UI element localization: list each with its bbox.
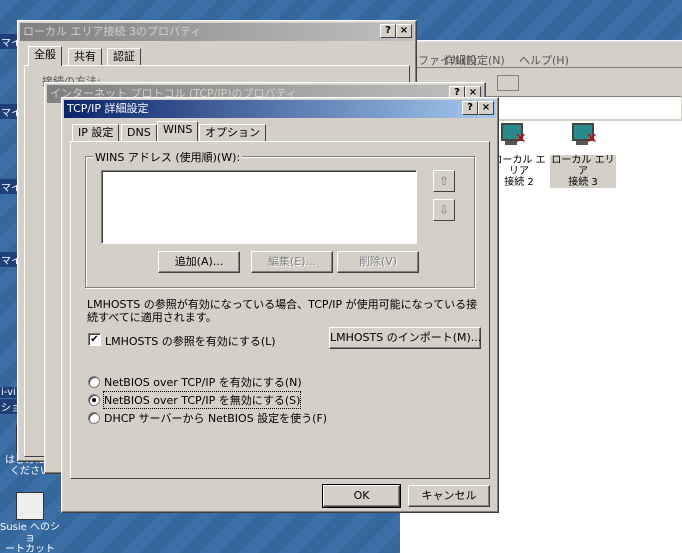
netbios-disable-label[interactable]: NetBIOS over TCP/IP を無効にする(S) bbox=[102, 391, 302, 409]
close-button[interactable]: × bbox=[396, 24, 412, 38]
tab-dns[interactable]: DNS bbox=[121, 124, 157, 142]
tab-wins[interactable]: WINS bbox=[157, 121, 199, 141]
menu-help[interactable]: ヘルプ(H) bbox=[519, 52, 569, 68]
disconnected-icon: ✕ bbox=[515, 131, 527, 147]
add-button[interactable]: 追加(A)... bbox=[158, 251, 240, 273]
workspace: マイ マイ マイ マイ i-vi ショ はじめにお ください Susie へのシ… bbox=[0, 0, 682, 553]
lmhosts-import-button[interactable]: LMHOSTS のインポート(M)... bbox=[329, 327, 481, 349]
window-title: ローカル エリア接続 3のプロパティ bbox=[20, 23, 414, 41]
delete-button[interactable]: 削除(V) bbox=[337, 251, 419, 273]
menu-bar: ファイル(F) 詳細設定(N) ヘルプ(H) bbox=[401, 49, 682, 68]
close-icon[interactable]: × bbox=[478, 101, 494, 115]
tcpip-advanced-dialog: TCP/IP 詳細設定 ? × IP 設定 DNS WINS オプション WIN… bbox=[61, 97, 499, 513]
netbios-enable-radio[interactable] bbox=[88, 376, 100, 388]
connection-3-label[interactable]: ローカル エリア 接続 3 bbox=[550, 155, 616, 188]
lmhosts-checkbox-label[interactable]: LMHOSTS の参照を有効にする(L) bbox=[105, 333, 276, 349]
help-icon[interactable]: ? bbox=[462, 101, 478, 115]
lmhosts-checkbox[interactable]: ✔ bbox=[88, 333, 101, 346]
dialog-title: TCP/IP 詳細設定 bbox=[64, 100, 496, 118]
tab-ip-settings[interactable]: IP 設定 bbox=[72, 124, 120, 142]
menu-advanced[interactable]: 詳細設定(N) bbox=[444, 52, 505, 68]
netbios-dhcp-label[interactable]: DHCP サーバーから NetBIOS 設定を使う(F) bbox=[104, 410, 327, 426]
help-button[interactable]: ? bbox=[380, 24, 396, 38]
views-icon[interactable] bbox=[497, 75, 519, 91]
tab-general[interactable]: 全般 bbox=[28, 46, 62, 66]
wins-tab-panel: WINS アドレス (使用順)(W): ⇧ ⇩ 追加(A)... 編集(E)..… bbox=[70, 141, 490, 479]
desktop-icon-label: Susie へのショ bbox=[0, 522, 61, 544]
move-down-icon[interactable]: ⇩ bbox=[433, 199, 455, 221]
tab-sharing[interactable]: 共有 bbox=[68, 48, 102, 66]
tab-options[interactable]: オプション bbox=[199, 124, 266, 142]
disconnected-icon: ✕ bbox=[586, 131, 598, 147]
wins-address-label: WINS アドレス (使用順)(W): bbox=[93, 149, 243, 165]
desktop-icon-susie[interactable]: Susie へのショ ートカット bbox=[0, 492, 60, 553]
desktop-icon-label: ートカット bbox=[5, 544, 55, 553]
ok-button[interactable]: OK bbox=[322, 484, 401, 508]
lmhosts-description: LMHOSTS の参照が有効になっている場合、TCP/IP が使用可能になってい… bbox=[87, 298, 478, 324]
netbios-disable-radio[interactable] bbox=[88, 394, 100, 406]
edit-button[interactable]: 編集(E)... bbox=[251, 251, 333, 273]
tab-auth[interactable]: 認証 bbox=[107, 48, 141, 66]
move-up-icon[interactable]: ⇧ bbox=[433, 170, 455, 192]
netbios-dhcp-radio[interactable] bbox=[88, 412, 100, 424]
cancel-button[interactable]: キャンセル bbox=[408, 485, 490, 507]
netbios-enable-label[interactable]: NetBIOS over TCP/IP を有効にする(N) bbox=[104, 374, 302, 390]
susie-shortcut-icon bbox=[16, 492, 44, 520]
desktop-label-clipped[interactable]: i-vi bbox=[0, 387, 17, 398]
wins-address-list[interactable] bbox=[101, 170, 417, 244]
network-connection-icon[interactable]: ✕ bbox=[564, 123, 600, 153]
